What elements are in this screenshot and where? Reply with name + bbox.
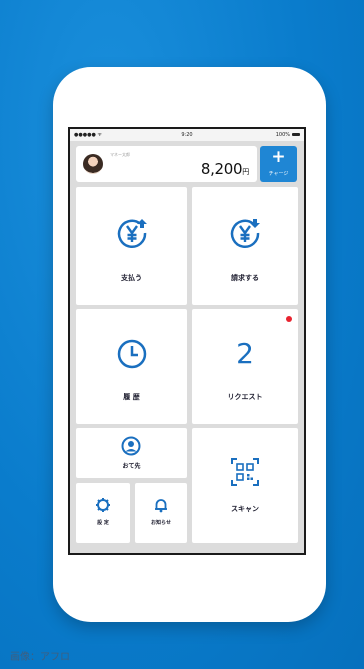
scan-tile[interactable]: スキャン — [192, 428, 298, 543]
battery-icon — [292, 133, 300, 136]
battery-percent: 100% — [275, 132, 290, 138]
charge-button[interactable]: + チャージ — [260, 146, 297, 182]
bell-icon — [155, 499, 167, 513]
status-time: 9:20 — [181, 132, 193, 138]
request-money-label: 請求する — [231, 274, 259, 282]
plus-icon: + — [271, 147, 286, 167]
pay-tile[interactable]: 支払う — [76, 187, 187, 305]
requests-tile[interactable]: 2 リクエスト — [192, 309, 298, 424]
request-count: 2 — [236, 337, 254, 370]
notifications-label: お知らせ — [151, 520, 171, 526]
yen-arrow-down-icon — [230, 219, 260, 248]
recipients-label: おて先 — [122, 463, 141, 470]
settings-label: 設 定 — [97, 520, 109, 526]
avatar — [83, 154, 103, 174]
request-money-tile[interactable]: 請求する — [192, 187, 298, 305]
app-screen: ●●●●● ᯤ 9:20 100% マネー太郎 8,200円 + チャージ 支払… — [68, 127, 306, 555]
gear-icon — [96, 498, 110, 512]
balance-card[interactable]: マネー太郎 8,200円 — [76, 146, 257, 182]
battery-status: 100% — [276, 129, 300, 141]
currency-unit: 円 — [242, 168, 249, 176]
pay-label: 支払う — [121, 274, 142, 282]
notifications-tile[interactable]: お知らせ — [135, 483, 187, 543]
notification-badge — [286, 316, 292, 322]
photo-credit: 画像：アフロ — [10, 652, 70, 663]
recipients-tile[interactable]: おて先 — [76, 428, 187, 478]
requests-label: リクエスト — [227, 393, 263, 401]
clock-icon — [117, 339, 147, 369]
history-label: 履 歴 — [123, 393, 140, 401]
yen-arrow-up-icon — [117, 219, 147, 248]
user-name: マネー太郎 — [110, 152, 130, 157]
charge-label: チャージ — [268, 171, 289, 177]
person-icon — [121, 436, 141, 456]
status-bar: ●●●●● ᯤ 9:20 100% — [70, 129, 304, 141]
balance-value: 8,200 — [200, 160, 243, 178]
settings-tile[interactable]: 設 定 — [76, 483, 130, 543]
qr-code-icon — [231, 458, 259, 486]
history-tile[interactable]: 履 歴 — [76, 309, 187, 424]
balance-amount: 8,200円 — [201, 160, 249, 178]
scan-label: スキャン — [231, 505, 259, 513]
